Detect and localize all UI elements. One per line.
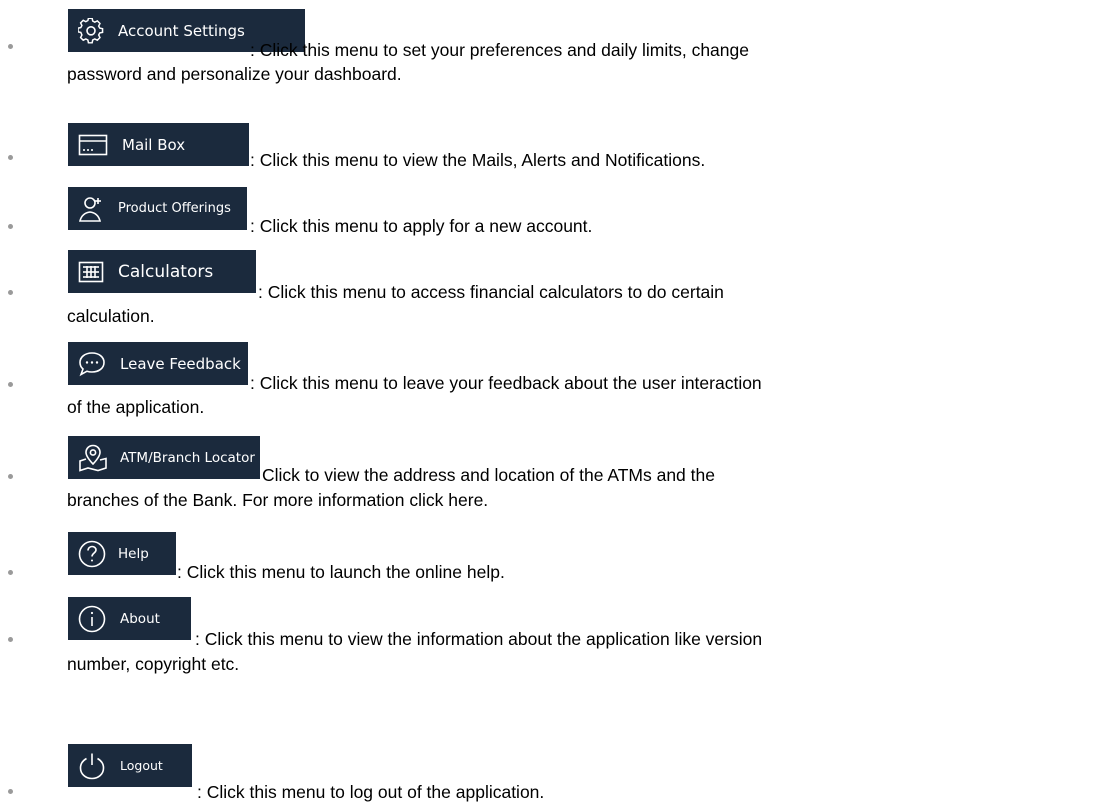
info-icon [78,605,106,633]
atm-branch-locator-description: Click to view the address and location o… [262,465,715,485]
about-description-cont: number, copyright etc. [67,654,240,674]
leave-feedback-button[interactable]: Leave Feedback [68,342,248,385]
help-label: Help [118,545,149,562]
about-label: About [120,610,160,627]
bullet [8,290,13,295]
about-description: : Click this menu to view the informatio… [195,629,763,649]
gear-icon [78,17,104,44]
account-settings-label: Account Settings [118,21,245,40]
bullet [8,637,13,642]
bullet [8,382,13,387]
bullet [8,789,13,794]
calculators-label: Calculators [118,261,214,282]
chat-bubble-icon [78,351,106,377]
atm-branch-locator-button[interactable]: ATM/Branch Locator [68,436,260,479]
leave-feedback-description-cont: of the application. [67,397,205,417]
help-description: : Click this menu to launch the online h… [177,562,505,582]
product-offerings-button[interactable]: Product Offerings [68,187,247,230]
power-icon [78,752,106,780]
product-offerings-label: Product Offerings [118,201,231,216]
mailbox-icon [78,134,108,156]
bullet [8,224,13,229]
logout-description: : Click this menu to log out of the appl… [197,782,545,802]
logout-button[interactable]: Logout [68,744,192,787]
menu-help-list: Account Settings : Click this menu to se… [0,0,1099,810]
leave-feedback-label: Leave Feedback [120,354,241,373]
calculator-icon [78,261,104,283]
calculators-button[interactable]: Calculators [68,250,256,293]
help-button[interactable]: Help [68,532,176,575]
account-settings-description: : Click this menu to set your preference… [250,40,749,60]
add-user-icon [78,195,104,223]
logout-label: Logout [120,758,163,773]
atm-branch-locator-label: ATM/Branch Locator [120,449,255,466]
calculators-description-cont: calculation. [67,306,155,326]
product-offerings-description: : Click this menu to apply for a new acc… [250,216,593,236]
atm-branch-locator-description-cont: branches of the Bank. For more informati… [67,490,489,510]
mail-box-label: Mail Box [122,135,186,154]
location-pin-icon [78,444,108,472]
bullet [8,44,13,49]
bullet [8,474,13,479]
bullet [8,570,13,575]
bullet [8,155,13,160]
account-settings-description-cont: password and personalize your dashboard. [67,64,402,84]
mail-box-button[interactable]: Mail Box [68,123,249,166]
about-button[interactable]: About [68,597,191,640]
leave-feedback-description: : Click this menu to leave your feedback… [250,373,762,393]
mail-box-description: : Click this menu to view the Mails, Ale… [250,150,706,170]
help-icon [78,540,106,568]
calculators-description: : Click this menu to access financial ca… [258,282,724,302]
